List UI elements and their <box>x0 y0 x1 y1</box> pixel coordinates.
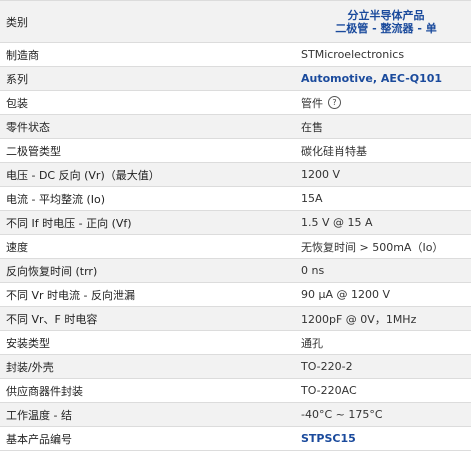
row-value: 0 ns <box>301 264 325 277</box>
row-label: 系列 <box>6 72 28 86</box>
table-row-package-case: 封装/外壳 TO-220-2 <box>0 355 471 379</box>
table-row-mounting-type: 安装类型 通孔 <box>0 331 471 355</box>
table-row-category: 类别 分立半导体产品 二极管 - 整流器 - 单 <box>0 1 471 43</box>
row-value-cell: 管件 ? <box>295 91 471 114</box>
table-row-operating-temperature: 工作温度 - 结 -40°C ~ 175°C <box>0 403 471 427</box>
row-value: 1.5 V @ 15 A <box>301 216 373 229</box>
table-row-reverse-recovery-time: 反向恢复时间 (trr) 0 ns <box>0 259 471 283</box>
category-line-2[interactable]: 二极管 - 整流器 - 单 <box>335 22 436 35</box>
category-line-1[interactable]: 分立半导体产品 <box>348 9 425 22</box>
row-label: 基本产品编号 <box>6 432 72 446</box>
row-value: TO-220AC <box>301 384 357 397</box>
table-row-manufacturer: 制造商 STMicroelectronics <box>0 43 471 67</box>
table-row-diode-type: 二极管类型 碳化硅肖特基 <box>0 139 471 163</box>
table-row-voltage-forward: 不同 If 时电压 - 正向 (Vf) 1.5 V @ 15 A <box>0 211 471 235</box>
row-label: 不同 Vr、F 时电容 <box>6 312 98 326</box>
row-label: 不同 If 时电压 - 正向 (Vf) <box>6 216 132 230</box>
row-label: 制造商 <box>6 48 39 62</box>
row-label: 电压 - DC 反向 (Vr)（最大值） <box>6 168 160 182</box>
table-row-current-avg-rectified: 电流 - 平均整流 (Io) 15A <box>0 187 471 211</box>
row-value: 碳化硅肖特基 <box>301 144 367 158</box>
product-attributes-table: 类别 分立半导体产品 二极管 - 整流器 - 单 制造商 STMicroelec… <box>0 0 471 451</box>
row-label: 安装类型 <box>6 336 50 350</box>
row-label: 供应商器件封装 <box>6 384 83 398</box>
row-value: 15A <box>301 192 323 205</box>
row-value: 1200pF @ 0V，1MHz <box>301 312 417 326</box>
table-row-packaging: 包装 管件 ? <box>0 91 471 115</box>
base-product-number-link[interactable]: STPSC15 <box>295 427 471 450</box>
table-row-reverse-leakage: 不同 Vr 时电流 - 反向泄漏 90 µA @ 1200 V <box>0 283 471 307</box>
table-row-part-status: 零件状态 在售 <box>0 115 471 139</box>
row-value: 在售 <box>301 120 323 134</box>
row-label: 零件状态 <box>6 120 50 134</box>
row-value: STMicroelectronics <box>301 48 405 61</box>
row-label: 类别 <box>6 15 28 29</box>
table-row-voltage-dc-reverse: 电压 - DC 反向 (Vr)（最大值） 1200 V <box>0 163 471 187</box>
table-row-base-product-number: 基本产品编号 STPSC15 <box>0 427 471 451</box>
row-value: 管件 <box>301 96 323 110</box>
row-value: 90 µA @ 1200 V <box>301 288 391 301</box>
row-label: 电流 - 平均整流 (Io) <box>6 192 106 206</box>
help-circle-icon[interactable]: ? <box>328 96 341 109</box>
row-label: 反向恢复时间 (trr) <box>6 264 98 278</box>
row-value: 无恢复时间 > 500mA（Io） <box>301 240 444 254</box>
row-label: 封装/外壳 <box>6 360 54 374</box>
row-value: 1200 V <box>301 168 341 181</box>
table-row-capacitance: 不同 Vr、F 时电容 1200pF @ 0V，1MHz <box>0 307 471 331</box>
row-value: TO-220-2 <box>301 360 353 373</box>
table-row-speed: 速度 无恢复时间 > 500mA（Io） <box>0 235 471 259</box>
row-label: 二极管类型 <box>6 144 61 158</box>
row-label: 工作温度 - 结 <box>6 408 72 422</box>
category-link[interactable]: 分立半导体产品 二极管 - 整流器 - 单 <box>295 1 471 42</box>
row-label: 速度 <box>6 240 28 254</box>
row-value: -40°C ~ 175°C <box>301 408 383 421</box>
row-label: 不同 Vr 时电流 - 反向泄漏 <box>6 288 136 302</box>
table-row-series: 系列 Automotive, AEC-Q101 <box>0 67 471 91</box>
table-row-supplier-package: 供应商器件封装 TO-220AC <box>0 379 471 403</box>
row-label: 包装 <box>6 96 28 110</box>
series-link[interactable]: Automotive, AEC-Q101 <box>295 67 471 90</box>
row-value: 通孔 <box>301 336 323 350</box>
